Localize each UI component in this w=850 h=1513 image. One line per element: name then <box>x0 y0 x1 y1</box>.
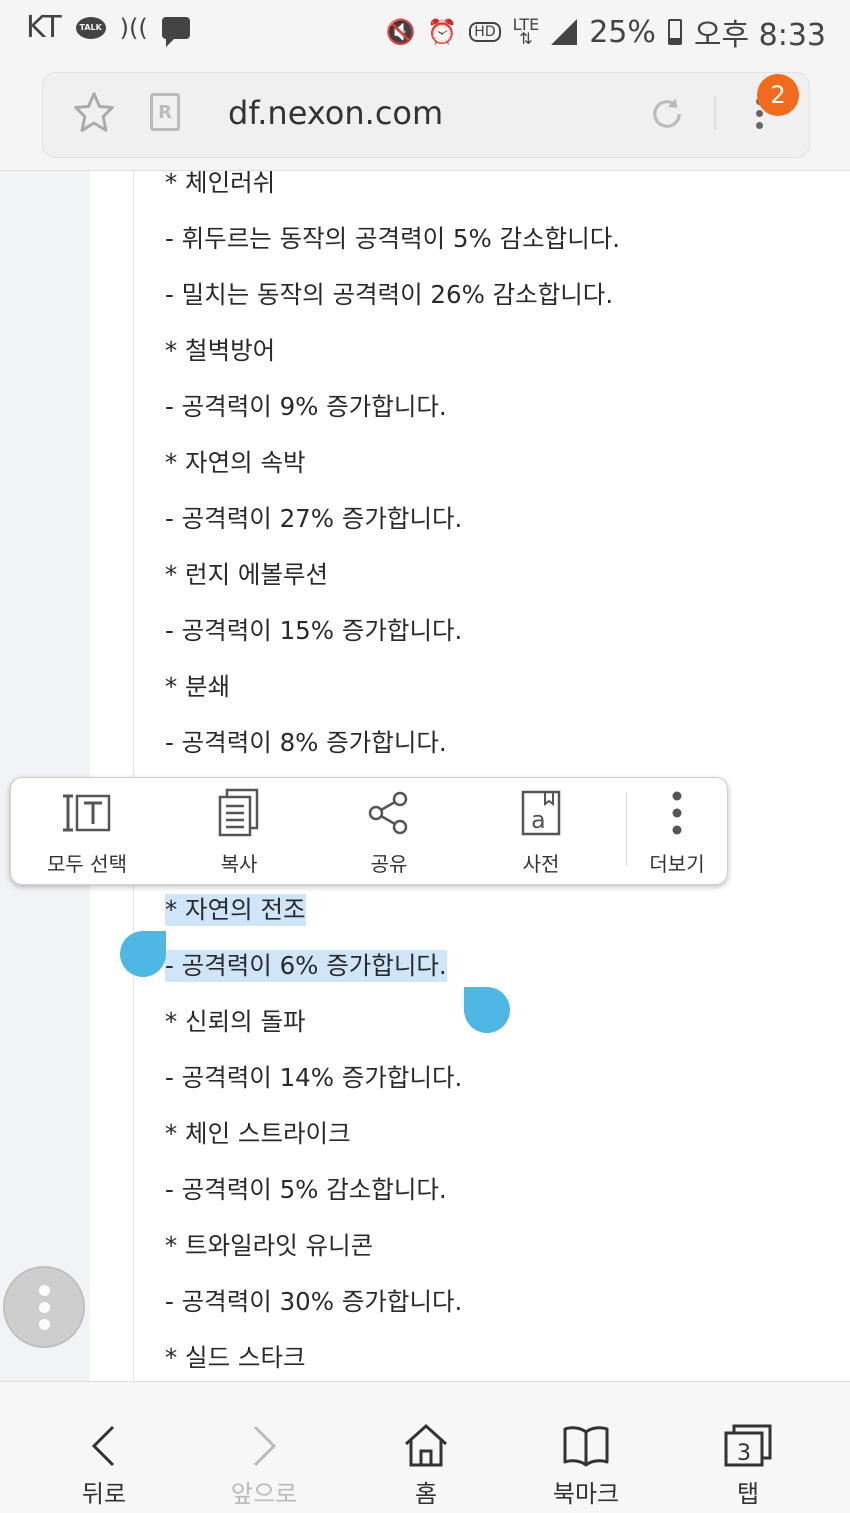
tabs-button[interactable]: 3 탭 <box>688 1382 808 1513</box>
list-item: * 런지 에볼루션 <box>165 560 329 589</box>
bottom-navigation: 뒤로 앞으로 홈 북마크 3 탭 <box>0 1381 850 1513</box>
selection-end-handle[interactable] <box>464 987 510 1033</box>
list-item: * 신뢰의 돌파 <box>165 1007 306 1036</box>
home-icon <box>404 1423 448 1467</box>
list-item: - 공격력이 8% 증가합니다. <box>165 728 447 757</box>
battery-icon <box>667 19 682 45</box>
chevron-right-icon <box>253 1425 277 1467</box>
selected-text: - 공격력이 6% 증가합니다. <box>165 950 447 982</box>
bookmarks-label: 북마크 <box>552 1480 620 1508</box>
list-item: * 실드 스타크 <box>165 1343 306 1372</box>
url-text[interactable]: df.nexon.com <box>228 94 443 132</box>
clock: 오후 8:33 <box>693 18 826 53</box>
dot <box>38 1284 50 1296</box>
svg-text:a: a <box>531 806 546 834</box>
tab-count: 3 <box>737 1441 751 1466</box>
more-button[interactable]: 더보기 <box>627 778 727 884</box>
dot <box>38 1318 50 1330</box>
bookmarks-button[interactable]: 북마크 <box>526 1382 646 1513</box>
list-item: - 밀치는 동작의 공격력이 26% 감소합니다. <box>165 280 614 309</box>
home-button[interactable]: 홈 <box>366 1382 486 1513</box>
status-bar: KT TALK )(( 🔇 ⏰ HD LTE ⇅ 25% 오후 8:33 <box>0 0 850 60</box>
forward-button[interactable]: 앞으로 <box>204 1382 324 1513</box>
web-content[interactable]: * 체인러쉬 - 휘두르는 동작의 공격력이 5% 감소합니다. - 밀치는 동… <box>0 171 850 1381</box>
vibrate-icon: )(( <box>119 13 148 42</box>
select-all-button[interactable]: 모두 선택 <box>29 778 145 884</box>
list-item: * 트와일라잇 유니콘 <box>165 1231 374 1260</box>
hd-icon: HD <box>469 22 501 42</box>
status-left: KT TALK )(( <box>26 10 190 47</box>
copy-label: 복사 <box>220 852 258 876</box>
dot <box>38 1301 50 1313</box>
copy-button[interactable]: 복사 <box>181 778 297 884</box>
status-right: 🔇 ⏰ HD LTE ⇅ 25% 오후 8:33 <box>386 10 826 54</box>
message-icon <box>161 16 190 47</box>
list-item: * 철벽방어 <box>165 336 276 365</box>
reader-mode-icon[interactable]: R <box>150 93 180 131</box>
list-item: * 자연의 속박 <box>165 448 306 477</box>
lte-icon: LTE ⇅ <box>512 15 540 48</box>
share-button[interactable]: 공유 <box>331 778 447 884</box>
notification-badge: 2 <box>757 74 799 116</box>
page-margin <box>0 171 90 1381</box>
back-button[interactable]: 뒤로 <box>44 1382 164 1513</box>
kakaotalk-icon: TALK <box>75 16 106 39</box>
list-item: - 공격력이 9% 증가합니다. <box>165 392 447 421</box>
floating-menu-button[interactable] <box>3 1266 85 1348</box>
list-item: - 공격력이 14% 증가합니다. <box>165 1063 463 1092</box>
chevron-left-icon <box>91 1425 115 1467</box>
list-item: * 체인러쉬 <box>165 171 276 197</box>
reader-label: R <box>158 101 172 123</box>
mute-icon: 🔇 <box>385 18 416 46</box>
share-icon <box>368 791 408 835</box>
copy-icon <box>218 788 259 837</box>
content-border <box>133 171 134 1381</box>
list-item: - 공격력이 15% 증가합니다. <box>165 616 463 645</box>
back-label: 뒤로 <box>81 1480 127 1508</box>
tabs-label: 탭 <box>736 1480 760 1508</box>
signal-icon <box>551 19 578 45</box>
selection-start-handle[interactable] <box>120 931 166 977</box>
list-item: - 공격력이 5% 감소합니다. <box>165 1175 447 1204</box>
battery-percent: 25% <box>589 14 656 50</box>
select-all-icon <box>63 794 111 832</box>
list-item: - 휘두르는 동작의 공격력이 5% 감소합니다. <box>165 224 621 253</box>
reload-icon[interactable] <box>646 93 688 135</box>
text-selection-menu: 모두 선택 복사 공유 a 사전 더보기 <box>10 777 728 885</box>
list-item: - 공격력이 30% 증가합니다. <box>165 1287 463 1316</box>
more-label: 더보기 <box>649 852 705 876</box>
share-label: 공유 <box>370 852 408 876</box>
alarm-icon: ⏰ <box>427 18 458 46</box>
list-item: - 공격력이 27% 증가합니다. <box>165 504 463 533</box>
selected-text: * 자연의 전조 <box>165 894 306 926</box>
list-item: * 체인 스트라이크 <box>165 1119 351 1148</box>
network-label: LTE <box>512 15 540 34</box>
more-vertical-icon <box>672 791 682 835</box>
toolbar-divider <box>714 96 716 130</box>
dictionary-button[interactable]: a 사전 <box>483 778 599 884</box>
carrier-label: KT <box>26 10 62 45</box>
select-all-label: 모두 선택 <box>47 852 127 876</box>
list-item: * 분쇄 <box>165 672 231 701</box>
dictionary-label: 사전 <box>522 852 560 876</box>
bookmark-star-icon[interactable] <box>72 90 116 134</box>
forward-label: 앞으로 <box>230 1480 298 1508</box>
book-icon <box>563 1426 609 1467</box>
home-label: 홈 <box>414 1480 438 1508</box>
dictionary-icon: a <box>521 790 561 836</box>
